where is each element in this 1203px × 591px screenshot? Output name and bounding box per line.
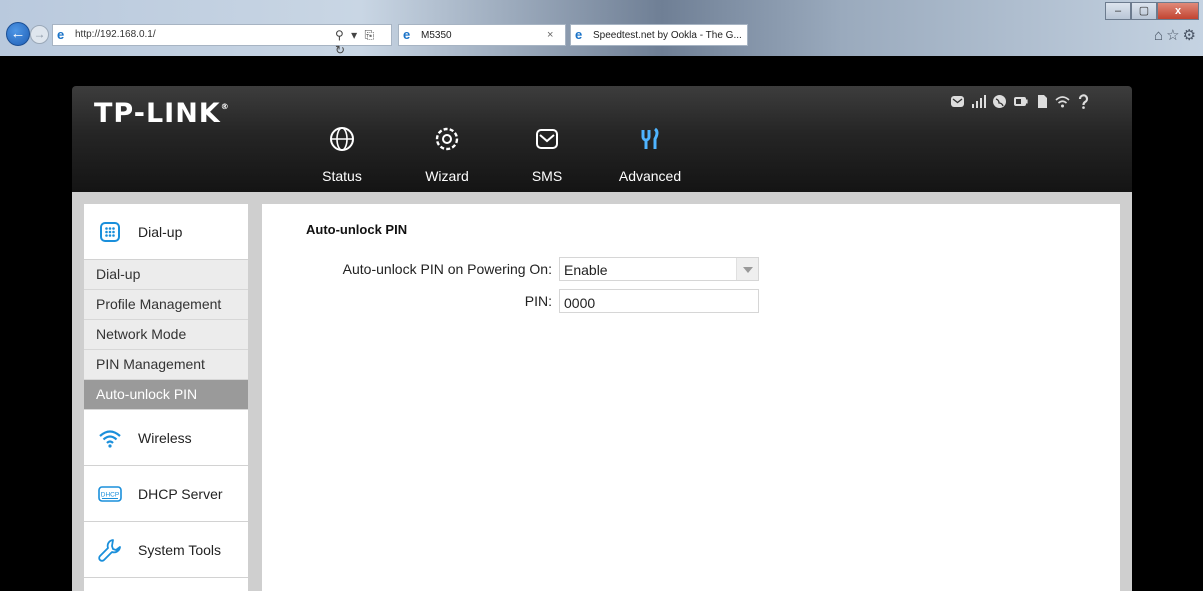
- sidebar-section-dial-up[interactable]: Dial-up: [84, 204, 248, 260]
- minimize-button[interactable]: –: [1105, 2, 1131, 20]
- svg-text:DHCP: DHCP: [101, 492, 119, 499]
- close-window-button[interactable]: x: [1157, 2, 1199, 20]
- sidebar-section-wireless[interactable]: Wireless: [84, 410, 248, 466]
- url-text[interactable]: http://192.168.0.1/: [75, 29, 156, 40]
- signal-icon: [972, 95, 986, 108]
- tp-link-logo: TP-LINK®: [94, 98, 230, 129]
- sidebar-item-dial-up[interactable]: Dial-up: [84, 260, 248, 290]
- tab-label: M5350: [421, 30, 452, 41]
- search-refresh-icons[interactable]: ⚲ ▾ ⎘ ↻: [335, 28, 391, 57]
- forward-button[interactable]: →: [30, 25, 49, 44]
- sidebar-item-pin-management[interactable]: PIN Management: [84, 350, 248, 380]
- auto-unlock-select[interactable]: Enable: [559, 257, 759, 281]
- sidebar-section-label: Wireless: [138, 430, 192, 446]
- pin-input[interactable]: [559, 289, 759, 313]
- address-bar[interactable]: e http://192.168.0.1/ ⚲ ▾ ⎘ ↻: [52, 24, 392, 57]
- nav-wizard[interactable]: Wizard: [407, 126, 487, 186]
- internet-icon: [993, 95, 1006, 108]
- main-panel: Auto-unlock PIN Auto-unlock PIN on Power…: [262, 204, 1120, 591]
- home-icon[interactable]: ⌂: [1154, 27, 1166, 44]
- favorites-star-icon[interactable]: ☆: [1166, 27, 1182, 44]
- tools-icon: [641, 127, 659, 149]
- sidebar-item-auto-unlock-pin[interactable]: Auto-unlock PIN: [84, 380, 248, 410]
- router-app: TP-LINK® Status Wizard SMS Advanced Dial…: [72, 86, 1132, 591]
- pin-label: PIN:: [524, 293, 552, 309]
- auto-unlock-select-value: Enable: [564, 262, 608, 278]
- nav-status[interactable]: Status: [302, 126, 382, 186]
- auto-unlock-label: Auto-unlock PIN on Powering On:: [342, 261, 552, 277]
- sim-card-icon: [1038, 95, 1047, 108]
- tab-label: Speedtest.net by Ookla - The G...: [593, 30, 742, 41]
- sidebar-item-network-mode[interactable]: Network Mode: [84, 320, 248, 350]
- window-controls: – ▢ x: [1105, 2, 1199, 20]
- nav-sms[interactable]: SMS: [507, 126, 587, 186]
- nav-advanced[interactable]: Advanced: [610, 126, 690, 186]
- page-title: Auto-unlock PIN: [306, 222, 408, 237]
- wizard-gear-icon: [435, 127, 459, 151]
- tab-close-icon[interactable]: ×: [547, 29, 553, 41]
- ie-page-icon: e: [57, 27, 65, 42]
- nav-label: SMS: [531, 168, 563, 184]
- tab-speedtest[interactable]: e Speedtest.net by Ookla - The G...: [570, 24, 748, 46]
- sidebar: Dial-up Dial-up Profile Management Netwo…: [84, 204, 248, 591]
- sidebar-section-dhcp-server[interactable]: DHCP DHCP Server: [84, 466, 248, 522]
- globe-icon: [330, 127, 354, 151]
- dhcp-icon: DHCP: [98, 486, 122, 502]
- sidebar-section-system-tools[interactable]: System Tools: [84, 522, 248, 578]
- wifi-icon: [1055, 96, 1070, 108]
- wifi-icon: [99, 430, 121, 448]
- browser-toolbar-icons: ⌂☆⚙: [1154, 26, 1199, 44]
- nav-label: Status: [322, 168, 362, 184]
- battery-icon: [1014, 97, 1028, 106]
- nav-label: Advanced: [618, 168, 682, 184]
- browser-chrome: ← → e http://192.168.0.1/ ⚲ ▾ ⎘ ↻ e M535…: [0, 0, 1203, 57]
- back-arrow-icon: ←: [10, 25, 26, 42]
- maximize-button[interactable]: ▢: [1131, 2, 1157, 20]
- back-button[interactable]: ←: [6, 22, 30, 46]
- message-icon: [536, 129, 558, 149]
- sidebar-section-label: System Tools: [138, 542, 221, 558]
- nav-label: Wizard: [425, 168, 469, 184]
- sidebar-item-profile-management[interactable]: Profile Management: [84, 290, 248, 320]
- sms-icon[interactable]: [950, 94, 965, 109]
- dialpad-icon: [100, 222, 120, 242]
- wrench-icon: [98, 539, 121, 562]
- sidebar-section-label: DHCP Server: [138, 486, 223, 502]
- forward-arrow-icon: →: [33, 27, 46, 41]
- chevron-down-icon[interactable]: [736, 258, 758, 280]
- tab-m5350[interactable]: e M5350 ×: [398, 24, 566, 46]
- content-area: Dial-up Dial-up Profile Management Netwo…: [72, 192, 1132, 591]
- sidebar-section-label: Dial-up: [138, 224, 183, 240]
- ie-tab-icon: e: [403, 27, 411, 42]
- ie-tab-icon: e: [575, 27, 583, 42]
- settings-gear-icon[interactable]: ⚙: [1183, 27, 1199, 44]
- help-icon[interactable]: [1076, 94, 1091, 109]
- app-header: TP-LINK® Status Wizard SMS Advanced: [72, 86, 1132, 192]
- status-icons: [950, 94, 1091, 109]
